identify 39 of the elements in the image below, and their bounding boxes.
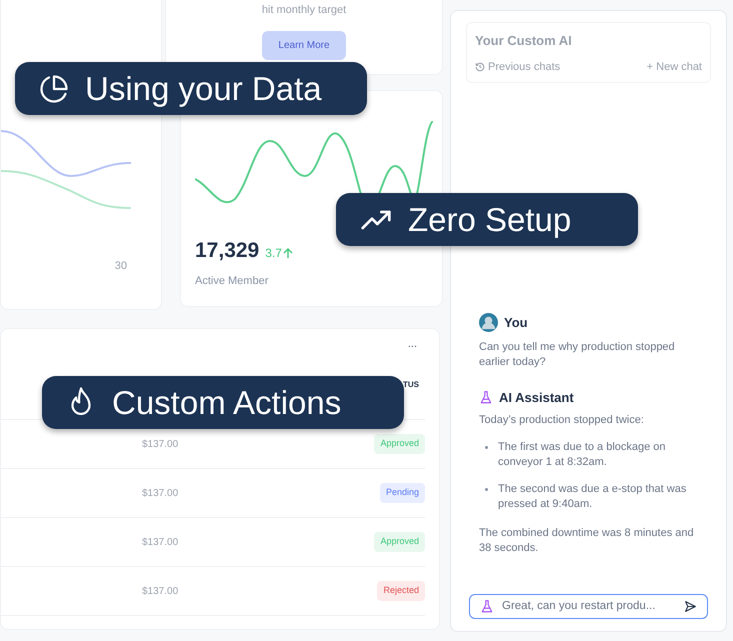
status-badge: Rejected (377, 581, 425, 601)
pie-chart-icon (39, 74, 69, 104)
flask-icon (480, 599, 494, 614)
message-text: Today’s production stopped twice: (479, 413, 645, 428)
callout-label: Custom Actions (112, 386, 342, 419)
flask-icon (479, 390, 493, 405)
more-menu[interactable]: ... (408, 339, 417, 350)
status-badge: Pending (380, 483, 425, 503)
stat-value: 17,329 (195, 238, 260, 264)
message-author: You (504, 315, 528, 330)
status-badge: Approved (374, 532, 425, 552)
stat-change: 3.7 (265, 244, 293, 262)
amount-cell-text: $137.00 (142, 438, 178, 452)
avatar-icon (479, 313, 498, 332)
target-caption: hit monthly target (262, 3, 346, 18)
amount-cell-text: $137.00 (142, 584, 178, 598)
new-chat-link[interactable]: + New chat (646, 58, 702, 75)
arrow-up-icon (282, 248, 293, 258)
bullet-icon (485, 446, 488, 449)
message-text: The first was due to a blockage on conveyor 1 at 8:32am. (498, 440, 667, 470)
message-text: The second was due a e-stop that was pressed at 9:40am. (498, 482, 688, 512)
learn-more-button[interactable]: Learn More (262, 30, 346, 60)
chat-input[interactable]: Great, can you restart produ... (469, 594, 708, 619)
status-badge: Approved (374, 434, 425, 454)
send-icon[interactable] (684, 600, 697, 613)
message-author: AI Assistant (499, 390, 574, 405)
chat-title: Your Custom AI (475, 32, 573, 50)
axis-label: 30 (114, 259, 127, 274)
callout-label: Using your Data (85, 72, 322, 105)
history-icon (475, 62, 485, 72)
message-text: The combined downtime was 8 minutes and 38 seconds. (479, 526, 695, 556)
stat-label: Active Member (195, 274, 270, 288)
previous-chats-link[interactable]: Previous chats (475, 58, 560, 75)
amount-cell-text: $137.00 (142, 536, 178, 550)
amount-cell-text: $137.00 (142, 486, 178, 500)
message-text: Can you tell me why production stopped earlier today? (479, 340, 676, 370)
column-header: TUS (403, 379, 419, 391)
callout-label: Zero Setup (408, 203, 572, 236)
bullet-icon (485, 488, 488, 491)
